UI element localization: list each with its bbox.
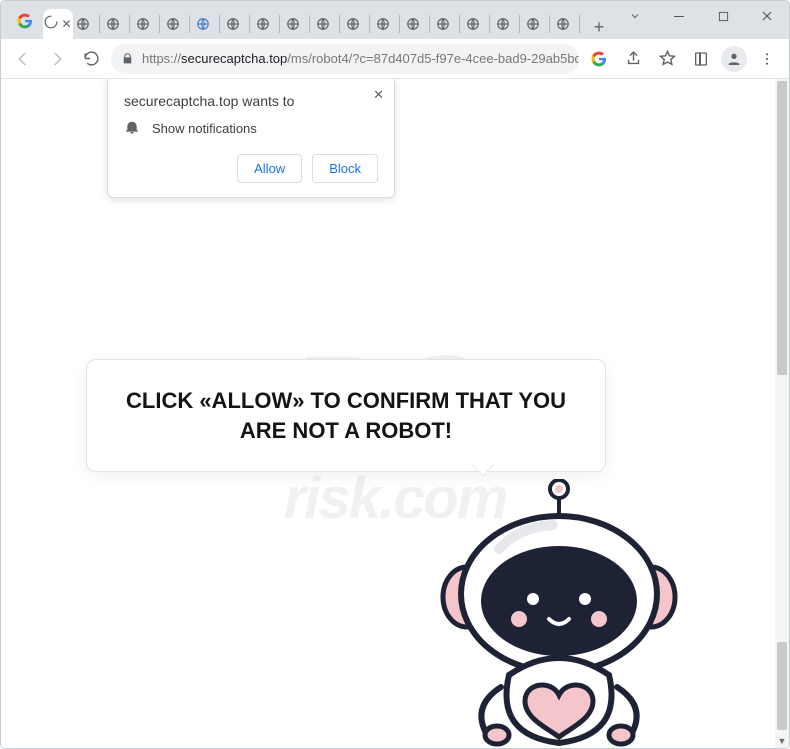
globe-icon (346, 17, 360, 31)
google-services-icon[interactable] (585, 45, 613, 73)
scroll-thumb[interactable] (777, 642, 787, 730)
globe-icon (166, 17, 180, 31)
dialog-request-label: Show notifications (152, 121, 257, 136)
globe-icon (106, 17, 120, 31)
lock-icon (121, 52, 134, 65)
page-content: PC risk.com CLICK «ALLOW» TO CONFIRM THA… (1, 79, 789, 748)
browser-window: ✕ + (0, 0, 790, 749)
globe-icon (316, 17, 330, 31)
window-min-icon[interactable] (657, 1, 701, 31)
loading-icon (44, 15, 58, 34)
google-g-icon (11, 7, 39, 35)
profile-avatar[interactable] (721, 46, 747, 72)
tabstrip: ✕ + (1, 1, 789, 39)
globe-icon (556, 17, 570, 31)
reading-list-icon[interactable] (687, 45, 715, 73)
url-path: /ms/robot4/?c=87d407d5-f97e-4cee-bad9-29… (287, 51, 579, 66)
url-scheme: https:// (142, 51, 181, 66)
globe-icon (256, 17, 270, 31)
background-tab[interactable] (253, 9, 283, 39)
background-tab[interactable] (313, 9, 343, 39)
nav-reload-button[interactable] (77, 45, 105, 73)
robot-illustration (401, 479, 711, 748)
globe-icon (136, 17, 150, 31)
background-tab[interactable] (163, 9, 193, 39)
new-tab-button[interactable]: + (587, 15, 611, 39)
background-tab[interactable] (553, 9, 583, 39)
background-tab[interactable] (373, 9, 403, 39)
globe-icon (226, 17, 240, 31)
nav-back-button[interactable] (9, 45, 37, 73)
globe-icon (466, 17, 480, 31)
globe-icon (286, 17, 300, 31)
globe-icon (526, 17, 540, 31)
globe-icon (76, 17, 90, 31)
scrollbar[interactable]: ▲ ▼ (775, 79, 789, 748)
close-tab-icon[interactable]: ✕ (61, 18, 71, 30)
dialog-close-icon[interactable]: ✕ (373, 87, 384, 103)
globe-icon (376, 17, 390, 31)
address-bar[interactable]: https://securecaptcha.top/ms/robot4/?c=8… (111, 44, 579, 74)
share-icon[interactable] (619, 45, 647, 73)
active-tab[interactable]: ✕ (43, 9, 73, 39)
menu-kebab-icon[interactable] (753, 45, 781, 73)
toolbar: https://securecaptcha.top/ms/robot4/?c=8… (1, 39, 789, 79)
globe-icon (196, 17, 210, 31)
background-tab[interactable] (103, 9, 133, 39)
globe-icon (496, 17, 510, 31)
globe-icon (436, 17, 450, 31)
globe-icon (406, 17, 420, 31)
background-tab[interactable] (223, 9, 253, 39)
notification-permission-dialog: ✕ securecaptcha.top wants to Show notifi… (107, 79, 395, 198)
background-tab[interactable] (493, 9, 523, 39)
background-tab[interactable] (193, 9, 223, 39)
block-button[interactable]: Block (312, 154, 378, 183)
dialog-title: securecaptcha.top wants to (124, 93, 378, 109)
window-close-icon[interactable] (745, 1, 789, 31)
speech-bubble: CLICK «ALLOW» TO CONFIRM THAT YOU ARE NO… (86, 359, 606, 472)
tab-overflow-button[interactable] (613, 1, 657, 31)
background-tab[interactable] (343, 9, 373, 39)
nav-forward-button[interactable] (43, 45, 71, 73)
background-tab[interactable] (433, 9, 463, 39)
background-tab[interactable] (73, 9, 103, 39)
allow-button[interactable]: Allow (237, 154, 302, 183)
speech-bubble-text: CLICK «ALLOW» TO CONFIRM THAT YOU ARE NO… (111, 386, 581, 445)
window-max-icon[interactable] (701, 1, 745, 31)
url-host: securecaptcha.top (181, 51, 287, 66)
background-tab[interactable] (523, 9, 553, 39)
scroll-down-icon[interactable]: ▼ (775, 734, 789, 748)
bookmark-star-icon[interactable] (653, 45, 681, 73)
bell-icon (124, 119, 140, 138)
background-tab[interactable] (403, 9, 433, 39)
background-tab[interactable] (133, 9, 163, 39)
scroll-thumb[interactable] (777, 81, 787, 375)
background-tab[interactable] (463, 9, 493, 39)
background-tab[interactable] (283, 9, 313, 39)
